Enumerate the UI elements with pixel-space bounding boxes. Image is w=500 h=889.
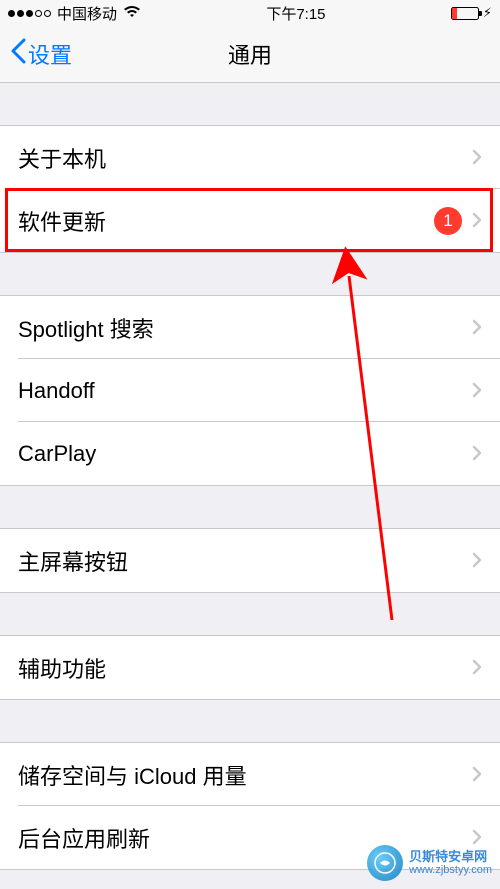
watermark: 贝斯特安卓网 www.zjbstyy.com [367,845,492,881]
row-label: Spotlight 搜索 [18,312,472,344]
settings-group-3: 主屏幕按钮 [0,528,500,593]
watermark-title: 贝斯特安卓网 [409,850,492,864]
chevron-right-icon [472,441,482,467]
battery-icon [451,7,479,20]
settings-group-1: 关于本机 软件更新 1 [0,125,500,253]
carrier-label: 中国移动 [57,3,117,24]
row-software-update[interactable]: 软件更新 1 [0,189,500,252]
row-accessibility[interactable]: 辅助功能 [0,636,500,699]
row-handoff[interactable]: Handoff [0,359,500,422]
back-label: 设置 [28,38,72,70]
status-time: 下午7:15 [266,3,325,24]
status-right: ⚡︎ [451,5,492,21]
row-label: Handoff [18,378,472,404]
settings-group-2: Spotlight 搜索 Handoff CarPlay [0,295,500,486]
status-left: 中国移动 [8,3,141,24]
settings-group-4: 辅助功能 [0,635,500,700]
chevron-right-icon [472,548,482,574]
row-label: 辅助功能 [18,652,472,684]
row-label: 主屏幕按钮 [18,545,472,577]
row-label: 关于本机 [18,142,472,174]
row-spotlight[interactable]: Spotlight 搜索 [0,296,500,359]
page-title: 通用 [228,38,272,70]
chevron-right-icon [472,762,482,788]
chevron-right-icon [472,378,482,404]
status-bar: 中国移动 下午7:15 ⚡︎ [0,0,500,26]
row-home-button[interactable]: 主屏幕按钮 [0,529,500,592]
row-carplay[interactable]: CarPlay [0,422,500,485]
row-label: 储存空间与 iCloud 用量 [18,759,472,791]
charging-icon: ⚡︎ [483,5,492,21]
row-about[interactable]: 关于本机 [0,126,500,189]
row-label: CarPlay [18,441,472,467]
watermark-url: www.zjbstyy.com [409,864,492,876]
chevron-right-icon [472,208,482,234]
back-button[interactable]: 设置 [0,38,72,70]
chevron-left-icon [10,38,26,70]
row-storage-icloud[interactable]: 储存空间与 iCloud 用量 [0,743,500,806]
chevron-right-icon [472,655,482,681]
badge: 1 [434,207,462,235]
watermark-logo-icon [367,845,403,881]
wifi-icon [123,5,141,22]
row-label: 软件更新 [18,205,434,237]
chevron-right-icon [472,145,482,171]
chevron-right-icon [472,315,482,341]
signal-strength-icon [8,10,51,17]
navigation-bar: 设置 通用 [0,26,500,83]
